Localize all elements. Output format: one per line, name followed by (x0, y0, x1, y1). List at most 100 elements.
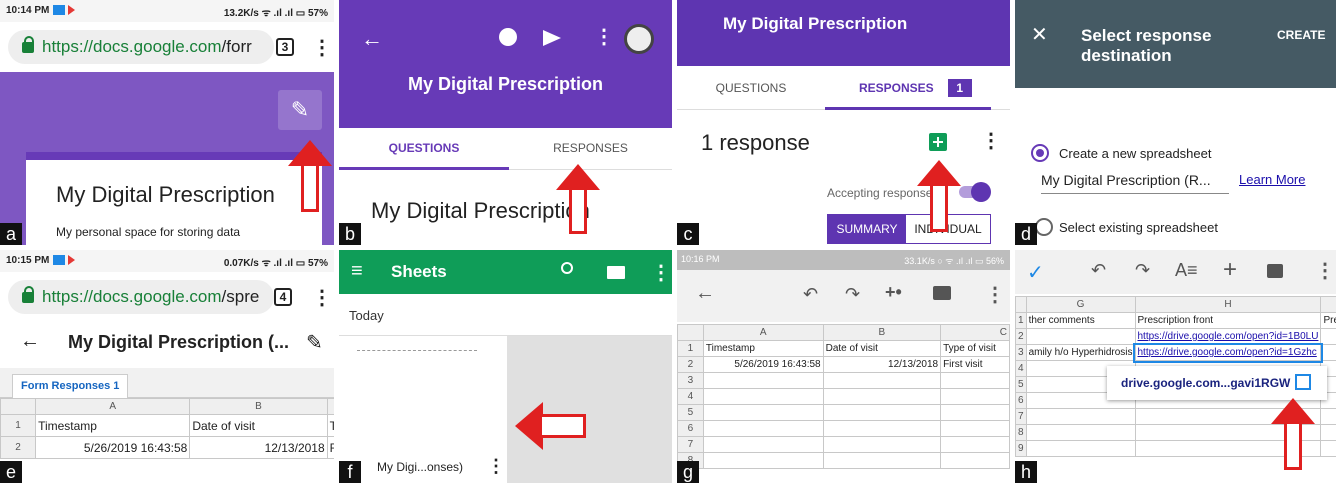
back-arrow-icon[interactable]: ← (361, 26, 383, 52)
cell[interactable] (702, 452, 824, 469)
row-number[interactable]: 5 (677, 404, 704, 421)
cell[interactable] (940, 372, 1010, 389)
url-bar[interactable]: https://docs.google.com/spre (8, 280, 274, 314)
redo-icon[interactable]: ↷ (1135, 260, 1150, 281)
create-button[interactable]: CREATE (1277, 28, 1325, 42)
cell[interactable] (1320, 408, 1336, 425)
cell[interactable]: F (326, 436, 334, 459)
row-number[interactable]: 5 (1015, 376, 1027, 393)
cell[interactable] (702, 420, 824, 437)
cell[interactable]: 12/13/2018 (189, 436, 328, 459)
url-bar[interactable]: https://docs.google.com/forr (8, 30, 274, 64)
comment-icon[interactable] (933, 286, 951, 300)
col-header[interactable]: I (1320, 296, 1336, 313)
cell[interactable]: Timestamp (702, 340, 824, 357)
cell[interactable]: Timestamp (35, 414, 191, 437)
cell[interactable]: First visit (940, 356, 1010, 373)
check-icon[interactable]: ✓ (1027, 260, 1044, 285)
cell[interactable]: 12/13/2018 (822, 356, 942, 373)
col-header[interactable]: B (822, 324, 942, 341)
cell[interactable] (940, 388, 1010, 405)
undo-icon[interactable]: ↶ (1091, 260, 1106, 281)
file-name[interactable]: My Digi...onses) (377, 460, 463, 474)
text-format-icon[interactable]: A≡ (1175, 260, 1198, 281)
row-number[interactable]: 7 (1015, 408, 1027, 425)
cell[interactable] (940, 452, 1010, 469)
row-number[interactable]: 2 (0, 436, 37, 459)
spreadsheet-name-field[interactable]: My Digital Prescription (R... (1041, 166, 1229, 194)
tab-count[interactable]: 4 (274, 288, 292, 306)
redo-icon[interactable]: ↷ (845, 284, 860, 305)
cell[interactable]: amily h/o Hyperhidrosis (1025, 344, 1136, 361)
add-person-icon[interactable]: +• (885, 282, 902, 303)
col-header[interactable]: C (940, 324, 1010, 341)
row-number[interactable]: 1 (677, 340, 704, 357)
tab-responses[interactable]: RESPONSES 1 (825, 66, 991, 110)
avatar[interactable] (624, 24, 654, 54)
row-number[interactable]: 2 (677, 356, 704, 373)
cell[interactable] (1025, 408, 1136, 425)
cell[interactable]: 5/26/2019 16:43:58 (702, 356, 824, 373)
col-header[interactable]: B (189, 398, 328, 415)
tab-count[interactable]: 3 (276, 38, 294, 56)
cell[interactable] (822, 436, 942, 453)
radio-existing-spreadsheet[interactable] (1035, 218, 1053, 236)
undo-icon[interactable]: ↶ (803, 284, 818, 305)
open-link-icon[interactable] (1295, 374, 1311, 390)
col-header[interactable]: A (702, 324, 824, 341)
palette-icon[interactable] (499, 28, 517, 46)
cell[interactable]: 5/26/2019 16:43:58 (35, 436, 191, 459)
cell[interactable] (822, 452, 942, 469)
cell[interactable] (1320, 424, 1336, 441)
menu-icon[interactable]: ⋮ (312, 288, 332, 308)
tab-questions[interactable]: QUESTIONS (677, 66, 825, 110)
row-number[interactable]: 1 (0, 414, 37, 437)
cell[interactable] (702, 404, 824, 421)
radio-new-spreadsheet[interactable] (1031, 144, 1049, 162)
close-icon[interactable]: ✕ (1031, 22, 1048, 47)
cell[interactable] (702, 388, 824, 405)
cell[interactable]: Prescription b (1320, 312, 1336, 329)
file-menu-icon[interactable]: ⋮ (487, 456, 505, 477)
send-icon[interactable] (543, 30, 561, 46)
cell[interactable] (702, 372, 824, 389)
menu-icon[interactable]: ⋮ (651, 260, 671, 285)
sheets-link-icon[interactable] (929, 133, 947, 151)
row-number[interactable]: 3 (677, 372, 704, 389)
cell[interactable] (822, 388, 942, 405)
learn-more-link[interactable]: Learn More (1239, 166, 1305, 194)
link-popup-url[interactable]: drive.google.com...gavi1RGW (1121, 376, 1290, 390)
individual-button[interactable]: INDIVIDUAL (906, 215, 990, 243)
add-icon[interactable]: + (1223, 256, 1237, 284)
link-cell-selected[interactable]: https://drive.google.com/open?id=1Gzhc (1133, 342, 1323, 363)
cell[interactable]: Date of visit (822, 340, 942, 357)
cell[interactable] (940, 420, 1010, 437)
back-arrow-icon[interactable]: ← (20, 330, 40, 353)
cell[interactable] (940, 404, 1010, 421)
row-number[interactable]: 7 (677, 436, 704, 453)
accepting-toggle[interactable] (959, 182, 991, 202)
row-number[interactable]: 6 (677, 420, 704, 437)
menu-icon[interactable]: ⋮ (1315, 258, 1335, 283)
row-number[interactable]: 8 (1015, 424, 1027, 441)
row-number[interactable]: 9 (1015, 440, 1027, 457)
menu-icon[interactable]: ⋮ (981, 128, 1001, 153)
col-header[interactable]: G (1025, 296, 1136, 313)
row-number[interactable]: 6 (1015, 392, 1027, 409)
edit-pencil-icon[interactable]: ✎ (306, 330, 323, 355)
menu-icon[interactable]: ⋮ (594, 24, 614, 49)
row-number[interactable]: 4 (1015, 360, 1027, 377)
cell[interactable] (822, 404, 942, 421)
link-cell[interactable]: https://drive.google.com/open?id=1B0LU (1134, 328, 1322, 345)
cell[interactable] (702, 436, 824, 453)
row-number[interactable]: 4 (677, 388, 704, 405)
cell[interactable]: Date of visit (189, 414, 328, 437)
sheet-tab[interactable]: Form Responses 1 (12, 374, 129, 398)
cell[interactable] (1320, 344, 1336, 361)
col-header[interactable]: A (35, 398, 191, 415)
cell[interactable] (1025, 440, 1136, 457)
folder-icon[interactable] (607, 266, 625, 279)
col-header[interactable]: H (1134, 296, 1322, 313)
cell[interactable] (1025, 328, 1136, 345)
tab-questions[interactable]: QUESTIONS (339, 128, 509, 170)
